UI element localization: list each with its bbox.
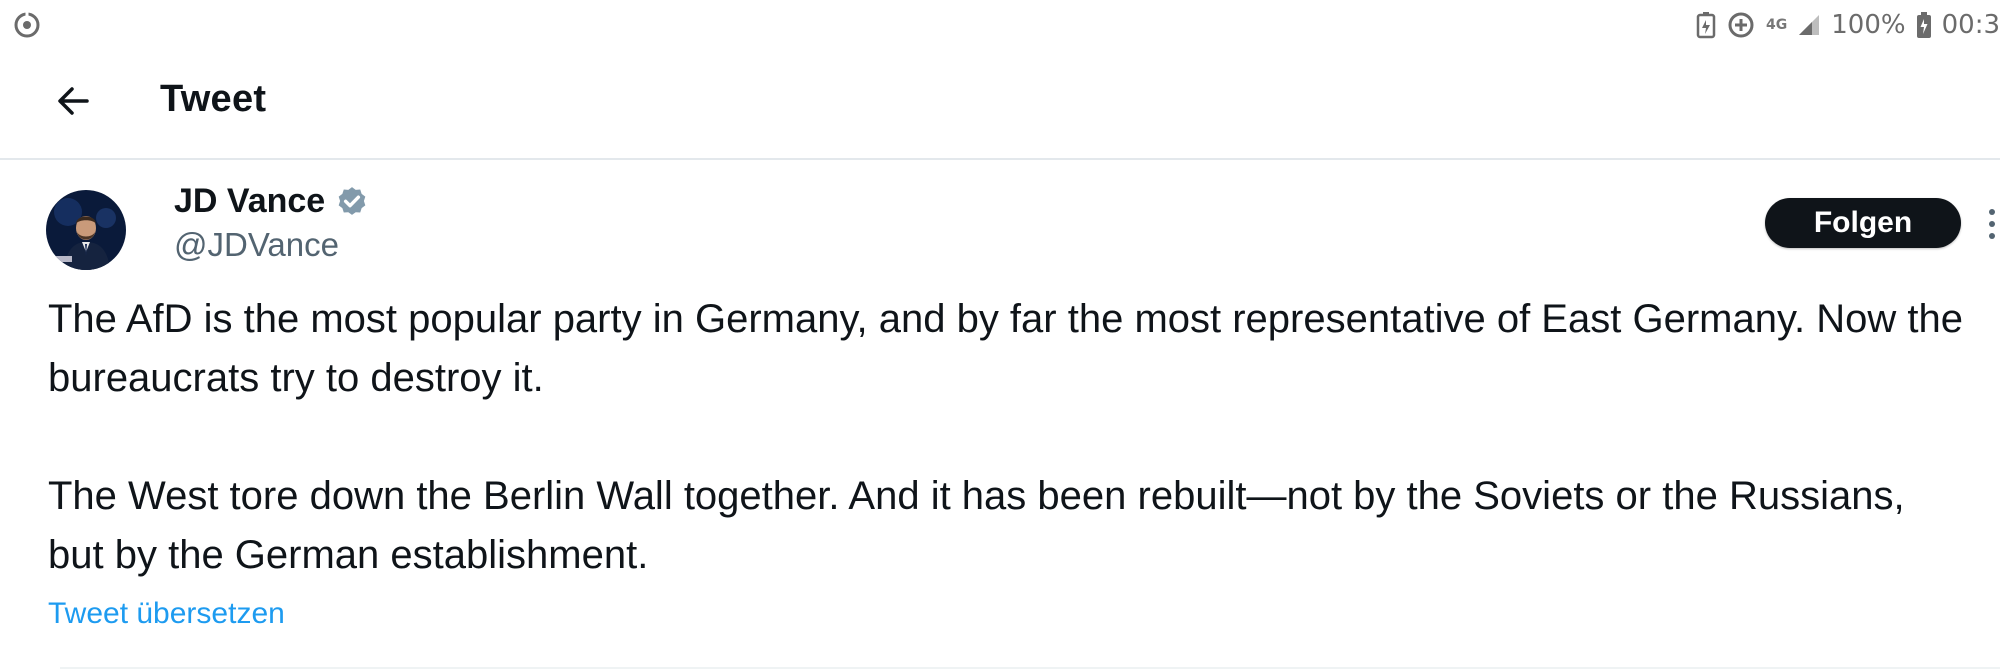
- tweet-text: The AfD is the most popular party in Ger…: [48, 290, 1968, 585]
- more-vertical-icon[interactable]: [1984, 206, 2000, 242]
- page-title: Tweet: [160, 78, 267, 120]
- tweet-paragraph: The AfD is the most popular party in Ger…: [48, 297, 1963, 400]
- verified-badge-icon: [335, 185, 369, 219]
- tweet-screen: 4G 100% 00:3 Tweet JD Vance @JDVance Fol…: [0, 0, 2000, 669]
- top-app-bar: Tweet: [0, 50, 2000, 160]
- status-bar: 4G 100% 00:3: [0, 0, 2000, 50]
- battery-icon: [1916, 11, 1932, 39]
- back-button[interactable]: [50, 80, 96, 126]
- tweet-paragraph: The West tore down the Berlin Wall toget…: [48, 474, 1905, 577]
- battery-saver-icon: [1696, 11, 1716, 39]
- clock: 00:3: [1941, 10, 2000, 40]
- arrow-left-icon: [56, 84, 90, 123]
- battery-percent: 100%: [1831, 10, 1906, 40]
- sync-icon: [12, 10, 42, 40]
- signal-icon: [1797, 13, 1821, 37]
- author-name-label: JD Vance: [174, 182, 326, 220]
- author-name[interactable]: JD Vance: [174, 182, 369, 221]
- translate-tweet-link[interactable]: Tweet übersetzen: [48, 597, 285, 631]
- tweet-card: JD Vance @JDVance Folgen The AfD is the …: [0, 160, 2000, 669]
- author-handle[interactable]: @JDVance: [174, 226, 339, 264]
- follow-button[interactable]: Folgen: [1765, 198, 1961, 248]
- data-saver-icon: [1726, 10, 1756, 40]
- network-type-label: 4G: [1766, 17, 1788, 33]
- avatar[interactable]: [46, 190, 126, 270]
